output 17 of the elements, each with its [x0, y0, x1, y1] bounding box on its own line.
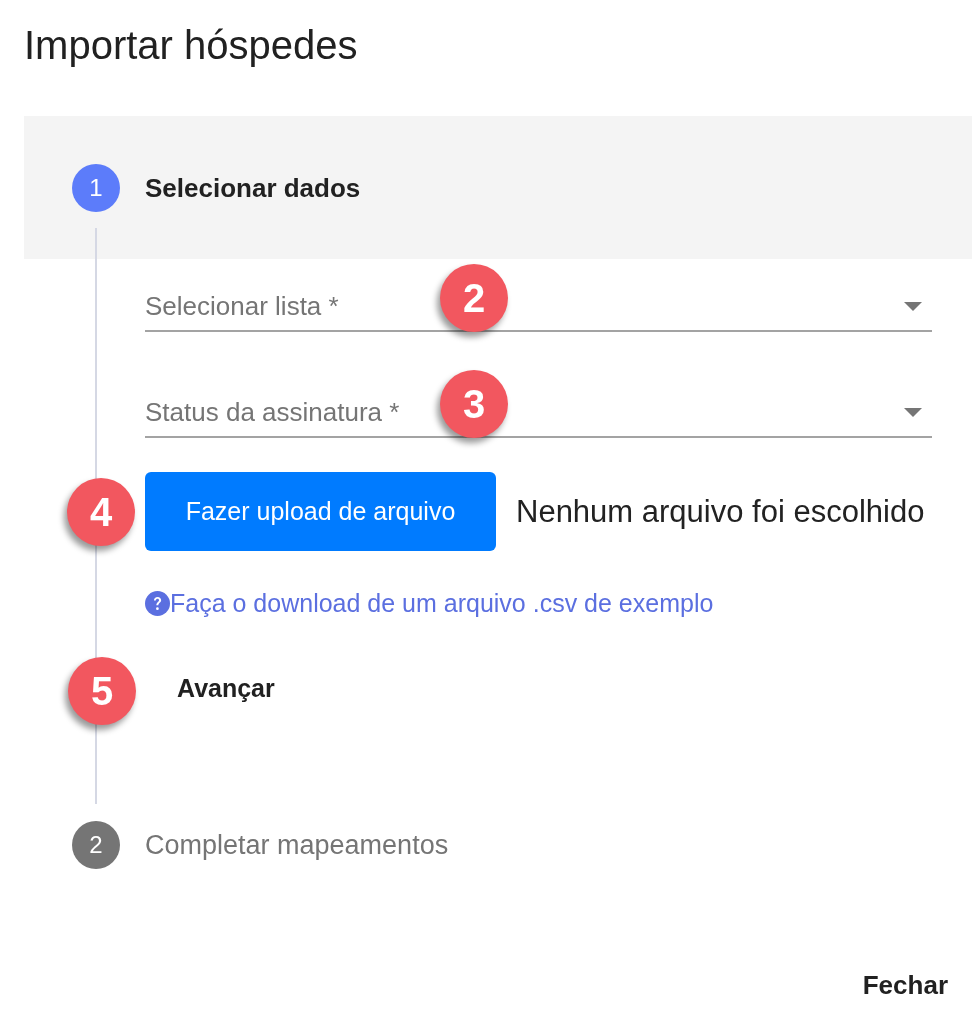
step-number: 1	[72, 164, 120, 212]
next-button[interactable]: Avançar	[145, 661, 307, 717]
step-label: Selecionar dados	[145, 171, 361, 205]
caret-icon	[904, 301, 922, 311]
upload-button[interactable]: Fazer upload de arquivo	[145, 472, 496, 551]
callout-badge: 3	[440, 370, 508, 438]
step-label: Completar mapeamentos	[145, 828, 449, 862]
close-button[interactable]: Fechar	[862, 961, 948, 1009]
callout-badge: 4	[67, 478, 135, 546]
caret-icon	[904, 407, 922, 417]
callout-badge: 5	[68, 657, 136, 725]
dialog-title: Importar hóspedes	[24, 22, 359, 69]
callout-badge: 2	[440, 264, 508, 332]
step-number: 2	[72, 821, 120, 869]
download-link[interactable]: Faça o download de um arquivo .csv de exemplo	[145, 589, 714, 617]
help-icon	[145, 590, 170, 616]
file-status-text: Nenhum arquivo foi escolhido	[516, 493, 925, 530]
